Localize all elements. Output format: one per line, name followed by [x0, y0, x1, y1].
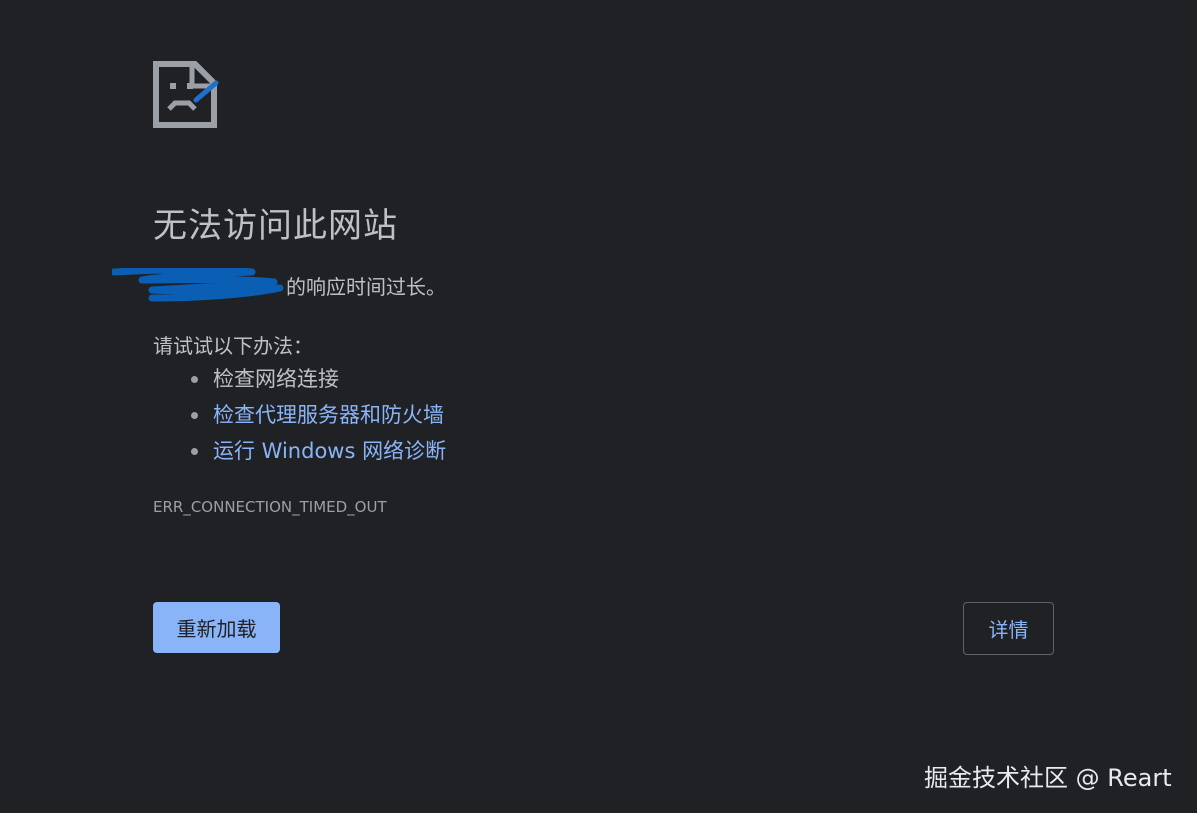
- bullet-icon: [191, 376, 198, 383]
- reload-button[interactable]: 重新加载: [153, 602, 280, 653]
- details-button[interactable]: 详情: [963, 602, 1054, 655]
- redaction-scribble: [112, 268, 284, 302]
- error-page: 无法访问此网站 的响应时间过长。 请试试以下办法： 检查网络连接 检查代理服务器…: [0, 0, 1197, 813]
- sad-page-icon: [153, 61, 219, 128]
- error-summary: 的响应时间过长。: [112, 268, 446, 302]
- suggestion-network-diagnostics: 运行 Windows 网络诊断: [153, 434, 446, 470]
- check-proxy-firewall-link[interactable]: 检查代理服务器和防火墙: [213, 403, 444, 427]
- page-title: 无法访问此网站: [153, 206, 398, 246]
- suggestion-check-network: 检查网络连接: [153, 362, 446, 398]
- suggestion-check-proxy: 检查代理服务器和防火墙: [153, 398, 446, 434]
- bullet-icon: [191, 448, 198, 455]
- error-summary-text: 的响应时间过长。: [286, 274, 446, 299]
- error-code: ERR_CONNECTION_TIMED_OUT: [153, 498, 387, 516]
- watermark: 掘金技术社区 @ Reart: [924, 764, 1172, 792]
- suggestions-list: 检查网络连接 检查代理服务器和防火墙 运行 Windows 网络诊断: [153, 362, 446, 470]
- run-network-diagnostics-link[interactable]: 运行 Windows 网络诊断: [213, 439, 446, 463]
- bullet-icon: [191, 412, 198, 419]
- suggestions-heading: 请试试以下办法：: [153, 334, 313, 358]
- suggestion-label: 检查网络连接: [213, 367, 339, 391]
